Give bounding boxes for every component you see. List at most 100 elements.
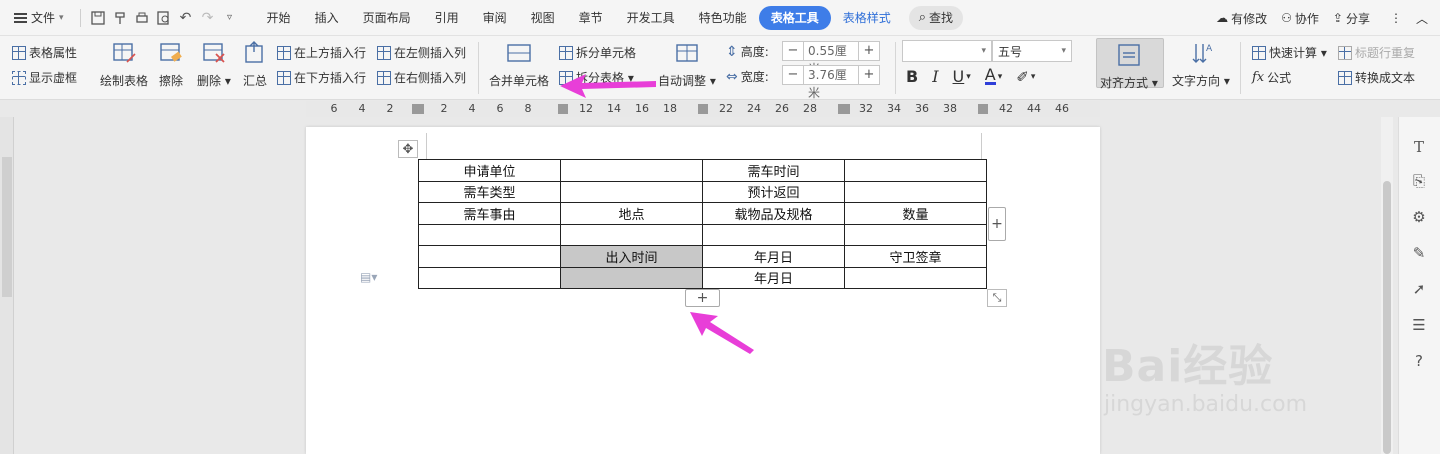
add-column-button[interactable]: +	[988, 207, 1006, 241]
height-input[interactable]: 0.55厘米	[803, 42, 859, 76]
vertical-ruler[interactable]	[0, 117, 14, 454]
insert-row-above-button[interactable]: 在上方插入行	[277, 44, 366, 61]
height-decrement-button[interactable]: −	[783, 42, 803, 60]
table-cell[interactable]	[418, 245, 561, 268]
split-cells-button[interactable]: 拆分单元格	[559, 44, 636, 61]
underline-options-icon[interactable]: ▾	[966, 72, 971, 82]
highlight-icon[interactable]: ✐	[1016, 68, 1029, 86]
formula-button[interactable]: fx 公式	[1252, 69, 1291, 86]
erase-button[interactable]: 擦除	[158, 40, 184, 89]
table-cell[interactable]	[844, 159, 987, 182]
insert-col-left-button[interactable]: 在左侧插入列	[377, 44, 466, 61]
file-menu-button[interactable]: 文件 ▾	[0, 0, 74, 36]
format-painter-icon[interactable]	[109, 7, 131, 29]
font-color-icon[interactable]: A	[984, 67, 996, 85]
font-color-options-icon[interactable]: ▾	[998, 72, 1003, 82]
help-icon[interactable]: ?	[1409, 351, 1429, 371]
print-preview-icon[interactable]	[153, 7, 175, 29]
collapse-ribbon-icon[interactable]: ︿	[1416, 10, 1428, 27]
customize-toolbar-icon[interactable]: ▿	[219, 7, 241, 29]
table-cell[interactable]	[418, 266, 561, 289]
print-icon[interactable]	[131, 7, 153, 29]
table-cell[interactable]	[418, 223, 561, 246]
paragraph-options-icon[interactable]: ▤▾	[360, 270, 377, 284]
width-input[interactable]: 3.76厘米	[803, 66, 859, 100]
changes-button[interactable]: ☁ 有修改	[1216, 10, 1267, 27]
italic-icon[interactable]: I	[932, 67, 938, 86]
table-cell[interactable]: 预计返回	[702, 180, 845, 203]
tab-table-tools[interactable]: 表格工具	[758, 5, 831, 30]
table-cell[interactable]	[844, 223, 987, 246]
table-cell[interactable]: 载物品及规格	[702, 202, 845, 225]
font-size-select[interactable]: 五号 ▾	[992, 40, 1072, 62]
highlight-options-icon[interactable]: ▾	[1031, 72, 1036, 82]
table-cell[interactable]: 地点	[560, 202, 703, 225]
scroll-thumb[interactable]	[1383, 181, 1391, 454]
save-icon[interactable]	[87, 7, 109, 29]
table-cell[interactable]: 需车类型	[418, 180, 561, 203]
table-cell[interactable]: 数量	[844, 202, 987, 225]
quick-calc-button[interactable]: 快速计算 ▾	[1252, 44, 1327, 61]
tab-insert[interactable]: 插入	[303, 6, 351, 30]
underline-icon[interactable]: U	[953, 67, 965, 86]
table-cell[interactable]: 年月日	[702, 266, 845, 289]
add-row-button[interactable]: +	[685, 289, 720, 307]
bold-icon[interactable]: B	[906, 67, 918, 86]
convert-to-text-button[interactable]: 转换成文本	[1338, 69, 1415, 86]
delete-button[interactable]: 删除 ▾	[197, 40, 231, 89]
table-cell[interactable]	[560, 223, 703, 246]
font-family-select[interactable]: ▾	[902, 40, 992, 62]
width-increment-button[interactable]: +	[859, 66, 879, 84]
align-button[interactable]: 对齐方式 ▾	[1100, 42, 1158, 91]
table-cell[interactable]: 年月日	[702, 245, 845, 268]
table-cell[interactable]: 需车时间	[702, 159, 845, 182]
text-direction-button[interactable]: A 文字方向 ▾	[1172, 40, 1230, 89]
summary-button[interactable]: 汇总	[242, 40, 268, 89]
tab-page-layout[interactable]: 页面布局	[351, 6, 423, 30]
auto-fit-button[interactable]: 自动调整 ▾	[658, 40, 716, 89]
table-cell[interactable]	[844, 266, 987, 289]
collab-button[interactable]: ⚇ 协作	[1281, 10, 1319, 27]
redo-icon[interactable]: ↷	[197, 7, 219, 29]
table-cell[interactable]	[844, 180, 987, 203]
insert-row-below-button[interactable]: 在下方插入行	[277, 69, 366, 86]
tab-chapter[interactable]: 章节	[567, 6, 615, 30]
tab-home[interactable]: 开始	[255, 6, 303, 30]
tab-developer[interactable]: 开发工具	[615, 6, 687, 30]
show-grid-button[interactable]: 显示虚框	[12, 69, 77, 86]
table-cell[interactable]	[702, 223, 845, 246]
cursor-icon[interactable]: ➚	[1409, 279, 1429, 299]
table-cell-selected[interactable]	[560, 266, 703, 289]
height-stepper[interactable]: − 0.55厘米 +	[782, 41, 880, 76]
table-cell[interactable]: 申请单位	[418, 159, 561, 182]
more-icon[interactable]: ⋮	[1390, 11, 1402, 25]
doc-settings-icon[interactable]: ⚙	[1409, 207, 1429, 227]
draw-table-button[interactable]: 绘制表格	[100, 40, 148, 89]
sliders-icon[interactable]: ☰	[1409, 315, 1429, 335]
search-button[interactable]: ⌕ 查找	[908, 5, 964, 30]
height-increment-button[interactable]: +	[859, 42, 879, 60]
merge-cells-button[interactable]: 合并单元格	[489, 40, 549, 89]
table-cell[interactable]	[560, 180, 703, 203]
table-cell[interactable]: 需车事由	[418, 202, 561, 225]
undo-icon[interactable]: ↶	[175, 7, 197, 29]
share-button[interactable]: ⇪ 分享	[1333, 10, 1370, 27]
table-properties-button[interactable]: 表格属性	[12, 44, 77, 61]
table-move-handle[interactable]: ✥	[398, 140, 418, 158]
tab-review[interactable]: 审阅	[471, 6, 519, 30]
table-resize-handle[interactable]: ⤡	[987, 289, 1007, 307]
repeat-header-button[interactable]: 标题行重复	[1338, 44, 1415, 61]
tab-features[interactable]: 特色功能	[687, 6, 759, 30]
tab-references[interactable]: 引用	[423, 6, 471, 30]
table-cell-selected[interactable]: 出入时间	[560, 245, 703, 268]
table-cell[interactable]: 守卫签章	[844, 245, 987, 268]
tab-view[interactable]: 视图	[519, 6, 567, 30]
horizontal-ruler[interactable]: 6 4 2 2 4 6 8 12 14 16 18 22 24 26 28 32…	[306, 101, 1100, 117]
vertical-scrollbar[interactable]	[1381, 117, 1393, 454]
text-style-icon[interactable]: T	[1409, 137, 1429, 157]
insert-col-right-button[interactable]: 在右侧插入列	[377, 69, 466, 86]
document-icon[interactable]: ⎘	[1409, 171, 1429, 191]
pen-icon[interactable]: ✎	[1409, 243, 1429, 263]
width-stepper[interactable]: − 3.76厘米 +	[782, 65, 880, 100]
tab-table-style[interactable]: 表格样式	[831, 6, 903, 30]
